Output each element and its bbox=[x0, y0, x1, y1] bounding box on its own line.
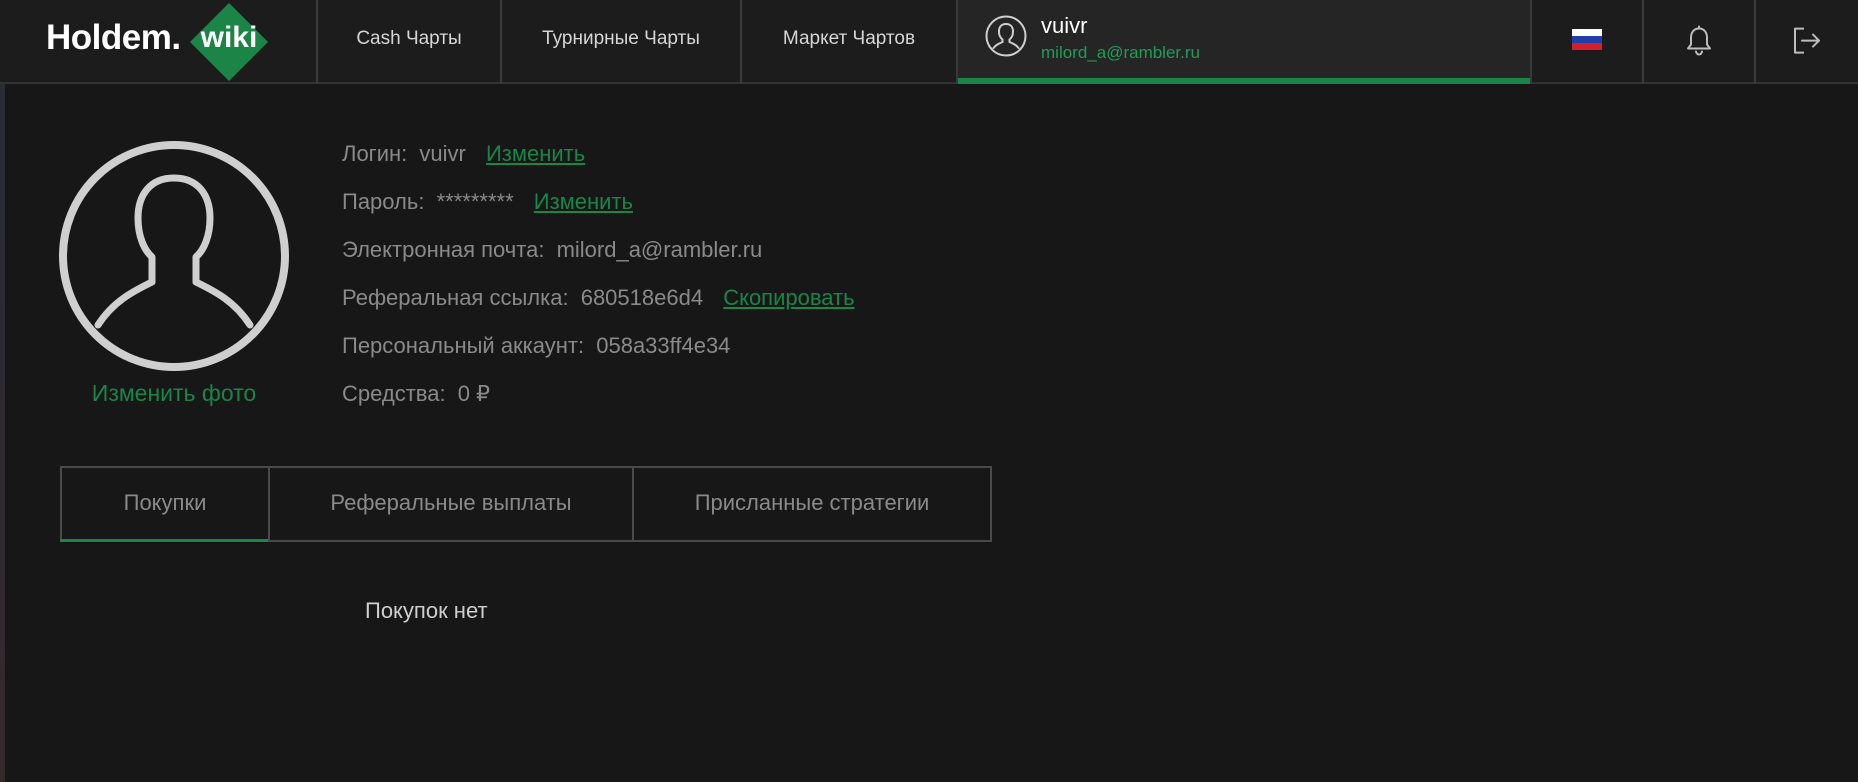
russia-flag-icon bbox=[1572, 29, 1602, 50]
referral-row: Реферальная ссылка: 680518e6d4 Скопирова… bbox=[342, 285, 855, 311]
language-button[interactable] bbox=[1532, 0, 1644, 84]
funds-row: Средства: 0 ₽ bbox=[342, 381, 490, 407]
password-row: Пароль: ********* Изменить bbox=[342, 189, 633, 215]
tab-purchases[interactable]: Покупки bbox=[60, 468, 268, 542]
logout-icon bbox=[1794, 27, 1820, 54]
change-password-link[interactable]: Изменить bbox=[534, 189, 633, 214]
account-row: Персональный аккаунт: 058a33ff4e34 bbox=[342, 333, 730, 359]
copy-referral-link[interactable]: Скопировать bbox=[723, 285, 854, 310]
nav-cash-charts[interactable]: Cash Чарты bbox=[318, 0, 502, 84]
active-indicator bbox=[958, 78, 1530, 84]
login-row: Логин: vuivr Изменить bbox=[342, 141, 585, 167]
login-value: vuivr bbox=[419, 141, 466, 166]
top-header: Holdem. wiki Cash Чарты Турнирные Чарты … bbox=[0, 0, 1858, 84]
change-login-link[interactable]: Изменить bbox=[486, 141, 585, 166]
account-value: 058a33ff4e34 bbox=[596, 333, 731, 358]
email-label: Электронная почта: bbox=[342, 237, 545, 262]
header-user-email: milord_a@rambler.ru bbox=[1041, 43, 1200, 62]
referral-value: 680518e6d4 bbox=[580, 285, 704, 310]
email-row: Электронная почта: milord_a@rambler.ru bbox=[342, 237, 762, 263]
email-value: milord_a@rambler.ru bbox=[556, 237, 763, 262]
window-edge bbox=[0, 84, 5, 782]
referral-label: Реферальная ссылка: bbox=[342, 285, 569, 310]
empty-purchases-message: Покупок нет bbox=[365, 598, 488, 623]
user-menu[interactable]: vuivr milord_a@rambler.ru bbox=[958, 0, 1532, 84]
tab-sent-strategies[interactable]: Присланные стратегии bbox=[632, 468, 990, 540]
logout-button[interactable] bbox=[1756, 0, 1858, 84]
logo-text: Holdem. bbox=[46, 18, 181, 57]
profile-page: Holdem. wiki Cash Чарты Турнирные Чарты … bbox=[0, 0, 1858, 782]
bell-icon bbox=[1687, 25, 1711, 56]
nav-tournament-charts[interactable]: Турнирные Чарты bbox=[502, 0, 742, 84]
user-avatar-icon bbox=[985, 15, 1027, 57]
funds-label: Средства: bbox=[342, 381, 446, 406]
logo-badge: wiki bbox=[200, 21, 258, 54]
profile-tabs: Покупки Реферальные выплаты Присланные с… bbox=[60, 466, 992, 542]
login-label: Логин: bbox=[342, 141, 408, 166]
funds-value: 0 ₽ bbox=[457, 381, 491, 406]
header-username: vuivr bbox=[1041, 13, 1088, 38]
profile-avatar-icon[interactable] bbox=[58, 140, 290, 372]
change-photo-link[interactable]: Изменить фото bbox=[60, 380, 288, 407]
tab-referral-payouts[interactable]: Реферальные выплаты bbox=[268, 468, 632, 540]
account-label: Персональный аккаунт: bbox=[342, 333, 585, 358]
nav-chart-market[interactable]: Маркет Чартов bbox=[742, 0, 958, 84]
notifications-button[interactable] bbox=[1644, 0, 1756, 84]
password-label: Пароль: bbox=[342, 189, 425, 214]
password-value: ********* bbox=[436, 189, 514, 214]
site-logo[interactable]: Holdem. wiki bbox=[0, 0, 318, 84]
